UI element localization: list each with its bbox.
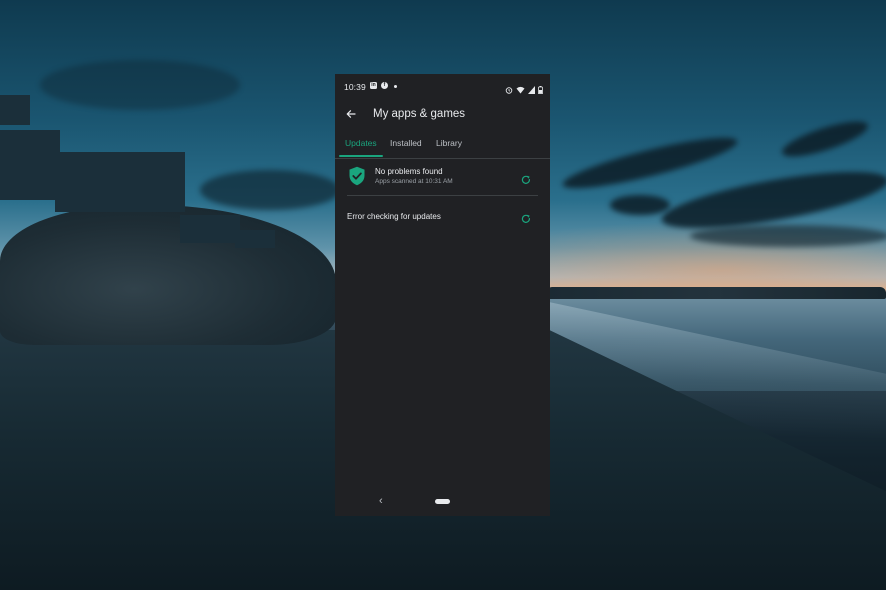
tab-updates[interactable]: Updates — [345, 138, 377, 148]
nav-home-pill[interactable] — [435, 499, 450, 504]
facebook-icon: f — [381, 82, 388, 89]
linkedin-icon: in — [370, 82, 377, 89]
tab-library[interactable]: Library — [436, 138, 462, 148]
refresh-icon[interactable] — [521, 172, 531, 184]
signal-icon — [528, 81, 535, 99]
active-tab-indicator — [339, 155, 383, 157]
update-status-row[interactable]: Error checking for updates — [335, 208, 550, 226]
shield-check-icon — [348, 166, 366, 186]
play-protect-row[interactable]: No problems found Apps scanned at 10:31 … — [335, 164, 550, 194]
tab-installed[interactable]: Installed — [390, 138, 422, 148]
nav-back-button[interactable]: ‹ — [379, 495, 383, 507]
phone-screen: 10:39 in f My apps & games Updates Insta… — [335, 74, 550, 516]
protect-status-title: No problems found — [375, 167, 443, 176]
tab-bar: Updates Installed Library — [335, 132, 550, 159]
system-nav-bar: ‹ — [335, 488, 550, 516]
protect-scan-time: Apps scanned at 10:31 AM — [375, 178, 453, 185]
refresh-icon[interactable] — [521, 211, 531, 223]
wifi-icon — [516, 81, 525, 99]
status-time: 10:39 — [344, 82, 366, 92]
battery-icon — [538, 81, 543, 99]
top-app-bar: My apps & games — [335, 98, 550, 130]
arrow-back-icon[interactable] — [344, 107, 358, 121]
notification-dot-icon — [394, 85, 397, 88]
status-bar: 10:39 in f — [335, 74, 550, 98]
page-title: My apps & games — [373, 108, 466, 120]
divider — [347, 195, 538, 196]
update-status-text: Error checking for updates — [347, 212, 441, 221]
alarm-icon — [505, 81, 513, 99]
